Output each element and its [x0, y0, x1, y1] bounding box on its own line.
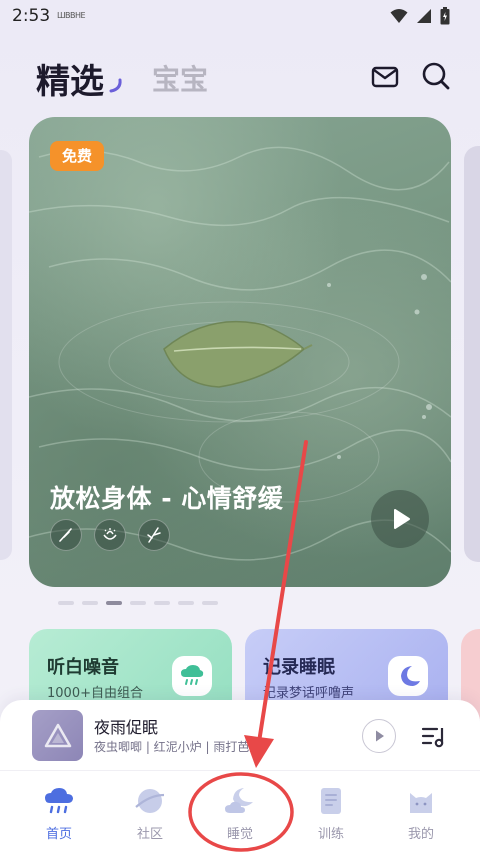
mail-icon	[371, 66, 399, 88]
header: 精选 宝宝	[0, 48, 480, 108]
rain-cloud-icon	[172, 656, 212, 696]
pager-dot[interactable]	[178, 601, 194, 605]
sleep-record-subtitle: 记录梦话呼噜声	[263, 686, 355, 701]
white-noise-subtitle: 1000+自由组合	[47, 686, 143, 701]
search-button[interactable]	[420, 60, 452, 92]
pager-dot[interactable]	[106, 601, 122, 605]
rain-cloud-icon	[41, 785, 77, 817]
nav-item-community[interactable]: 社区	[102, 771, 198, 853]
nav-label-community: 社区	[136, 827, 163, 842]
notebook-icon	[313, 785, 349, 817]
play-icon	[376, 730, 384, 742]
status-time: 2:53	[12, 6, 51, 26]
pager-dot[interactable]	[202, 601, 218, 605]
sleep-record-title: 记录睡眠	[263, 657, 335, 678]
bottom-nav: 首页 社区 睡觉 训练 我的	[0, 770, 480, 853]
lotus-icon	[94, 519, 126, 551]
cat-icon	[403, 785, 439, 817]
leaf-icon	[163, 320, 313, 388]
moon-cloud-icon	[222, 785, 258, 817]
planet-icon	[132, 785, 168, 817]
now-playing-title: 夜雨促眠	[94, 718, 159, 737]
status-bar: 2:53 ШВВНЕ	[0, 0, 480, 34]
now-playing-cover	[32, 710, 83, 761]
mini-play-button[interactable]	[362, 719, 396, 753]
feather-icon	[50, 519, 82, 551]
playlist-icon	[421, 727, 444, 748]
wifi-icon	[390, 9, 408, 23]
pager-dot[interactable]	[154, 601, 170, 605]
featured-title: 放松身体 - 心情舒缓	[50, 484, 284, 513]
nav-label-home: 首页	[45, 827, 72, 842]
mail-button[interactable]	[370, 62, 400, 92]
featured-tags	[50, 519, 170, 551]
carousel-prev-card[interactable]	[0, 150, 12, 560]
playlist-button[interactable]	[420, 724, 448, 750]
bamboo-icon	[138, 519, 170, 551]
now-playing-subtitle: 夜虫唧唧 | 红泥小炉 | 雨打芭蕉	[94, 740, 262, 754]
active-tab-indicator-icon	[109, 78, 122, 93]
carousel-pager	[58, 601, 218, 605]
play-icon	[394, 509, 410, 529]
carousel-next-card[interactable]	[464, 146, 480, 562]
featured-card[interactable]: 免费 放松身体 - 心情舒缓	[29, 117, 451, 587]
status-icons	[390, 7, 450, 25]
free-badge: 免费	[50, 141, 104, 171]
nav-item-home[interactable]: 首页	[11, 771, 107, 853]
moon-icon	[388, 656, 428, 696]
pager-dot[interactable]	[58, 601, 74, 605]
nav-label-profile: 我的	[407, 827, 434, 842]
nav-label-training: 训练	[317, 827, 344, 842]
triangle-logo-icon	[44, 723, 71, 747]
nav-item-sleep[interactable]: 睡觉	[192, 771, 288, 853]
tab-baby[interactable]: 宝宝	[152, 58, 208, 98]
search-icon	[422, 62, 450, 90]
nav-item-training[interactable]: 训练	[283, 771, 379, 853]
tab-featured[interactable]: 精选	[36, 54, 104, 103]
pager-dot[interactable]	[82, 601, 98, 605]
signal-icon	[417, 9, 431, 23]
battery-icon	[440, 7, 450, 25]
nav-item-profile[interactable]: 我的	[373, 771, 469, 853]
status-carrier: ШВВНЕ	[57, 11, 86, 20]
nav-label-sleep: 睡觉	[226, 827, 253, 842]
pager-dot[interactable]	[130, 601, 146, 605]
white-noise-title: 听白噪音	[47, 657, 119, 678]
featured-play-button[interactable]	[371, 490, 429, 548]
